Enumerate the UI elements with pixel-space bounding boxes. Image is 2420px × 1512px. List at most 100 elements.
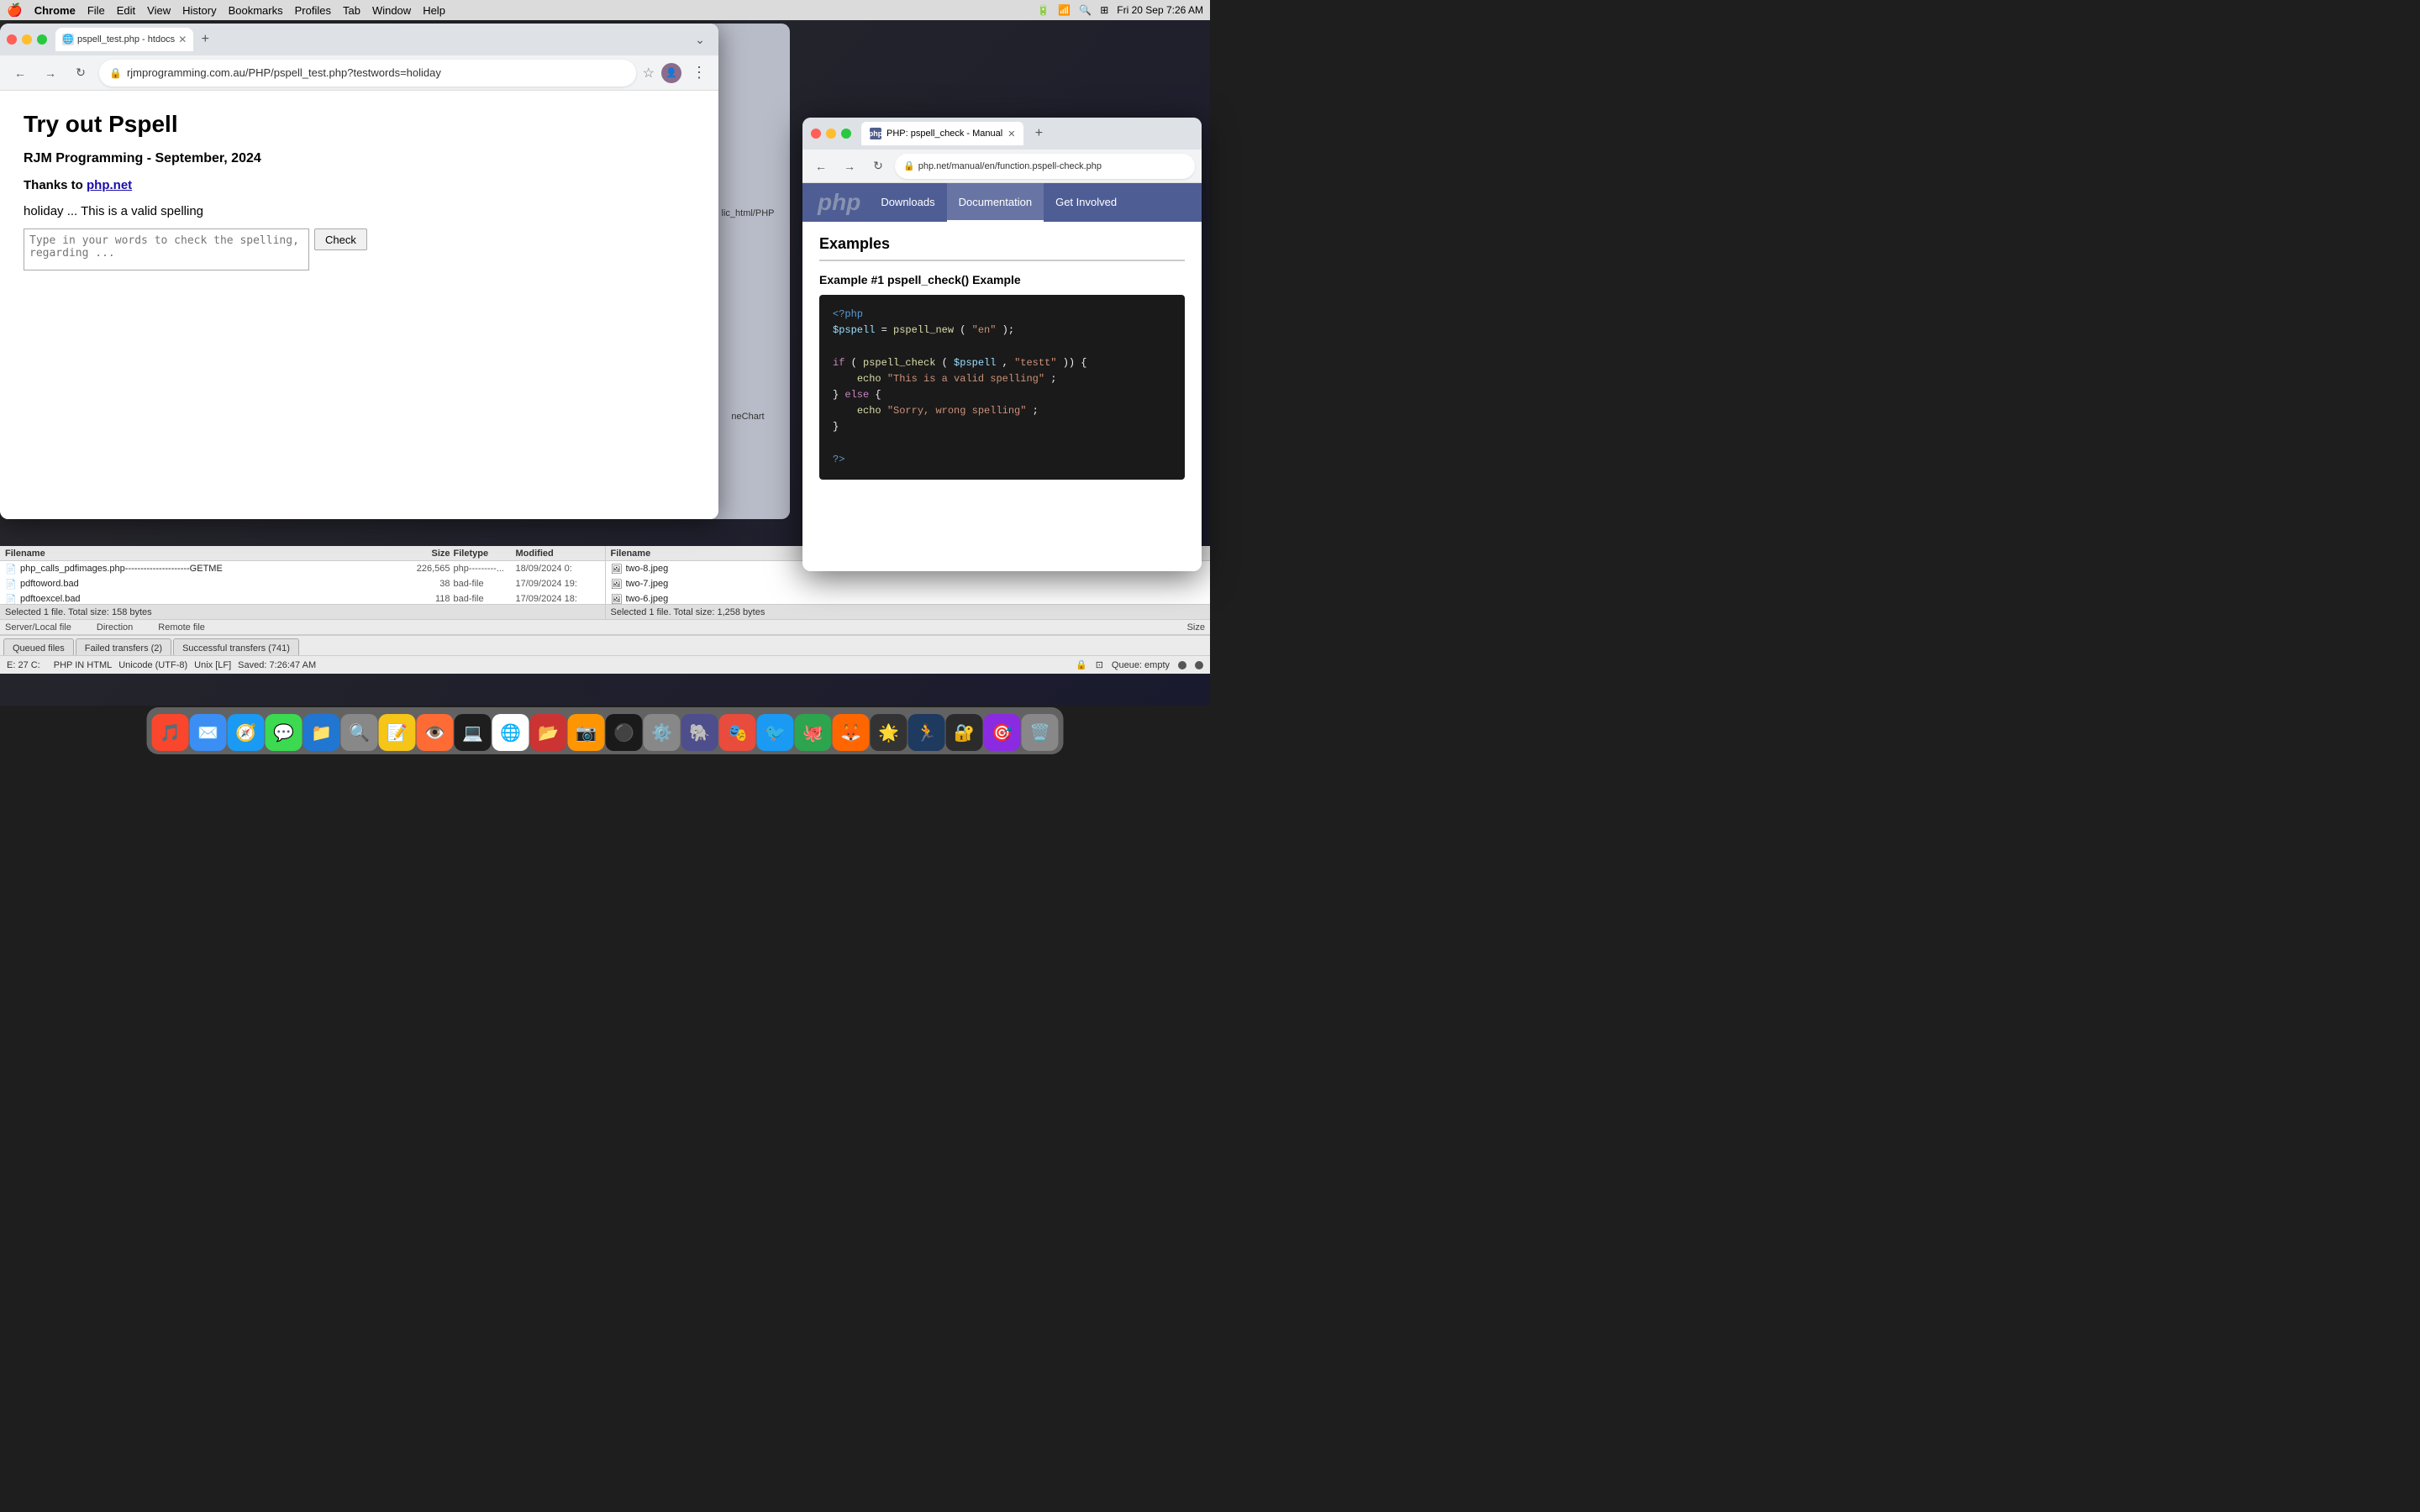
php-back-button[interactable]: ← [809, 155, 833, 178]
php-nav-documentation[interactable]: Documentation [947, 183, 1044, 222]
dock-trash[interactable]: 🗑️ [1022, 714, 1059, 751]
search-icon[interactable]: 🔍 [1079, 4, 1092, 16]
php-lock-icon: 🔒 [903, 160, 915, 171]
code-echo2: echo [857, 405, 881, 417]
php-reload-button[interactable]: ↻ [866, 155, 890, 178]
menu-history[interactable]: History [182, 4, 216, 17]
menu-bar-right: 🔋 📶 🔍 ⊞ Fri 20 Sep 7:26 AM [1037, 4, 1203, 16]
address-bar[interactable]: 🔒 rjmprogramming.com.au/PHP/pspell_test.… [99, 60, 636, 87]
back-button[interactable]: ← [8, 61, 32, 85]
menu-help[interactable]: Help [423, 4, 445, 17]
minimize-button[interactable] [22, 34, 32, 45]
php-nav-downloads[interactable]: Downloads [869, 183, 946, 222]
file-date-3: 17/09/2024 18: [516, 594, 600, 604]
left-col-date-header: Modified [516, 549, 600, 559]
close-button[interactable] [7, 34, 17, 45]
tab-close-button[interactable]: ✕ [178, 34, 187, 45]
profile-avatar[interactable]: 👤 [661, 63, 681, 83]
active-tab[interactable]: 🌐 pspell_test.php - htdocs ✕ [55, 28, 193, 51]
thanks-prefix: Thanks to [24, 178, 87, 192]
dock-music[interactable]: 🎵 [152, 714, 189, 751]
code-close-tag: ?> [833, 454, 844, 465]
dock-system-prefs[interactable]: ⚙️ [644, 714, 681, 751]
menu-view[interactable]: View [147, 4, 171, 17]
code-str-valid: "This is a valid spelling" [887, 373, 1044, 385]
php-nav-get-involved[interactable]: Get Involved [1044, 183, 1128, 222]
tab-successful-transfers[interactable]: Successful transfers (741) [173, 638, 299, 655]
php-address-input[interactable]: 🔒 php.net/manual/en/function.pspell-chec… [895, 154, 1195, 179]
menu-edit[interactable]: Edit [117, 4, 135, 17]
dock-messages[interactable]: 💬 [266, 714, 302, 751]
menu-bookmarks[interactable]: Bookmarks [229, 4, 283, 17]
php-minimize-button[interactable] [826, 129, 836, 139]
check-button[interactable]: Check [314, 228, 367, 250]
right-file-row-2[interactable]: 🖼 two-7.jpeg [606, 576, 1211, 591]
dock-app5[interactable]: 🦊 [833, 714, 870, 751]
php-tab-close[interactable]: ✕ [1007, 129, 1015, 139]
control-center-icon[interactable]: ⊞ [1100, 4, 1108, 16]
right-file-icon-3: 🖼 [611, 593, 623, 604]
dock-filezilla[interactable]: 📂 [530, 714, 567, 751]
dock-app3[interactable]: 🐦 [757, 714, 794, 751]
tab-overflow-button[interactable]: ⌄ [688, 28, 712, 51]
dock-notes[interactable]: 📝 [379, 714, 416, 751]
php-tab-favicon: php [870, 128, 881, 139]
dock-finder[interactable]: 📁 [303, 714, 340, 751]
more-options-button[interactable]: ⋮ [688, 60, 710, 85]
menu-chrome[interactable]: Chrome [34, 4, 76, 17]
phpnet-link[interactable]: php.net [87, 178, 132, 192]
dock-chrome[interactable]: 🌐 [492, 714, 529, 751]
php-active-tab[interactable]: php PHP: pspell_check - Manual ✕ [861, 122, 1023, 145]
dock-app4[interactable]: 🐙 [795, 714, 832, 751]
battery-icon: 🔋 [1037, 4, 1050, 16]
forward-button[interactable]: → [39, 61, 62, 85]
partial-tab-text2: neChart [706, 403, 790, 430]
new-tab-button[interactable]: + [195, 29, 215, 50]
dock-safari[interactable]: 🧭 [228, 714, 265, 751]
chrome-page-content: Try out Pspell RJM Programming - Septemb… [0, 91, 718, 519]
file-type-3: bad-file [454, 594, 513, 604]
php-close-button[interactable] [811, 129, 821, 139]
dock-app7[interactable]: 🏃 [908, 714, 945, 751]
file-icon-2: 📄 [5, 578, 17, 590]
dock-photos[interactable]: 📷 [568, 714, 605, 751]
footer-remote-file: Remote file [158, 622, 205, 633]
code-str-en: "en" [972, 324, 997, 336]
right-status-bar: Selected 1 file. Total size: 1,258 bytes [606, 605, 1211, 619]
dock-app6[interactable]: 🌟 [871, 714, 908, 751]
php-forward-button[interactable]: → [838, 155, 861, 178]
unix-info: Unix [LF] [194, 660, 231, 670]
dock-mail[interactable]: ✉️ [190, 714, 227, 751]
dock-preview[interactable]: 👁️ [417, 714, 454, 751]
menu-bar: 🍎 Chrome File Edit View History Bookmark… [0, 0, 1210, 20]
maximize-button[interactable] [37, 34, 47, 45]
right-file-icon-1: 🖼 [611, 563, 623, 575]
dock-app9[interactable]: 🎯 [984, 714, 1021, 751]
dock-spotlight[interactable]: 🔍 [341, 714, 378, 751]
menu-profiles[interactable]: Profiles [295, 4, 331, 17]
dock-code[interactable]: 💻 [455, 714, 492, 751]
left-file-row-2[interactable]: 📄 pdftoword.bad 38 bad-file 17/09/2024 1… [0, 576, 605, 591]
tab-queued-files[interactable]: Queued files [3, 638, 74, 655]
dock-app2[interactable]: 🎭 [719, 714, 756, 751]
left-file-row-3[interactable]: 📄 pdftoexcel.bad 118 bad-file 17/09/2024… [0, 591, 605, 604]
left-file-row-1[interactable]: 📄 php_calls_pdfimages.php---------------… [0, 561, 605, 576]
bookmark-star[interactable]: ☆ [643, 65, 655, 81]
spell-textarea[interactable] [24, 228, 309, 270]
menu-window[interactable]: Window [372, 4, 411, 17]
code-func-pspell-new: pspell_new [893, 324, 954, 336]
menu-file[interactable]: File [87, 4, 105, 17]
tab-failed-transfers[interactable]: Failed transfers (2) [76, 638, 171, 655]
page-thanks: Thanks to php.net [24, 178, 695, 192]
php-maximize-button[interactable] [841, 129, 851, 139]
php-new-tab-button[interactable]: + [1028, 123, 1049, 144]
right-file-row-3[interactable]: 🖼 two-6.jpeg [606, 591, 1211, 604]
dot-indicator-1 [1178, 661, 1186, 669]
reload-button[interactable]: ↻ [69, 61, 92, 85]
dock-terminal[interactable]: ⚫ [606, 714, 643, 751]
apple-menu[interactable]: 🍎 [7, 3, 23, 18]
wifi-icon: 📶 [1058, 4, 1071, 16]
dock-app1[interactable]: 🐘 [681, 714, 718, 751]
menu-tab[interactable]: Tab [343, 4, 360, 17]
dock-app8[interactable]: 🔐 [946, 714, 983, 751]
